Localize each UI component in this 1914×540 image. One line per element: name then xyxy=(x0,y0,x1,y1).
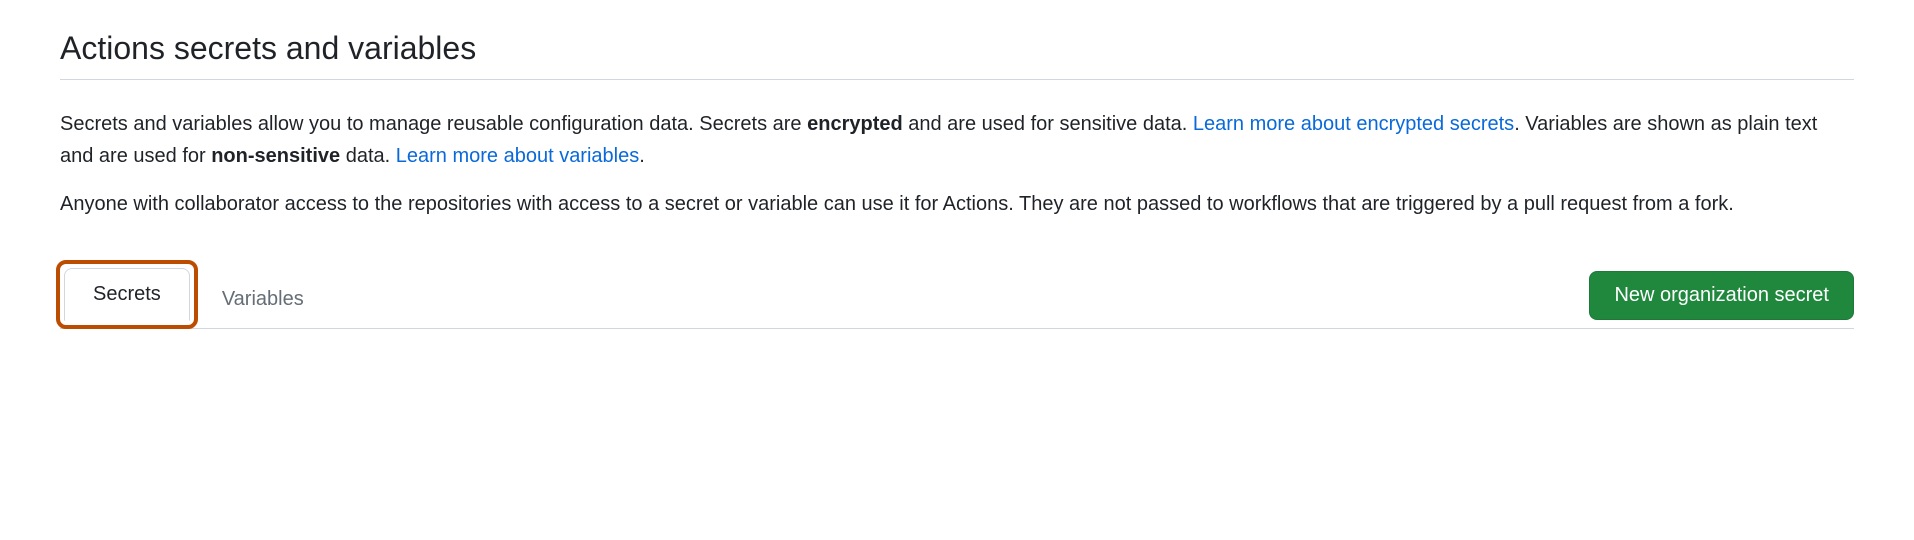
page-title: Actions secrets and variables xyxy=(60,30,1854,80)
link-learn-variables[interactable]: Learn more about variables xyxy=(396,145,639,167)
tab-secrets[interactable]: Secrets xyxy=(64,268,190,321)
link-learn-secrets[interactable]: Learn more about encrypted secrets xyxy=(1193,113,1514,135)
tab-variables-wrapper: Variables xyxy=(198,270,328,329)
description-paragraph-1: Secrets and variables allow you to manag… xyxy=(60,108,1854,172)
tabs-container: Secrets Variables xyxy=(60,260,328,328)
desc-text: . xyxy=(639,145,645,167)
new-organization-secret-button[interactable]: New organization secret xyxy=(1589,271,1854,320)
tab-row: Secrets Variables New organization secre… xyxy=(60,260,1854,329)
tab-secrets-highlight: Secrets xyxy=(56,260,198,329)
desc-text: and are used for sensitive data. xyxy=(903,113,1193,135)
desc-text: data. xyxy=(340,145,396,167)
desc-bold-nonsensitive: non-sensitive xyxy=(211,145,340,167)
desc-bold-encrypted: encrypted xyxy=(807,113,903,135)
description-block: Secrets and variables allow you to manag… xyxy=(60,108,1854,220)
desc-text: Secrets and variables allow you to manag… xyxy=(60,113,807,135)
description-paragraph-2: Anyone with collaborator access to the r… xyxy=(60,188,1854,220)
tab-variables[interactable]: Variables xyxy=(202,274,324,325)
